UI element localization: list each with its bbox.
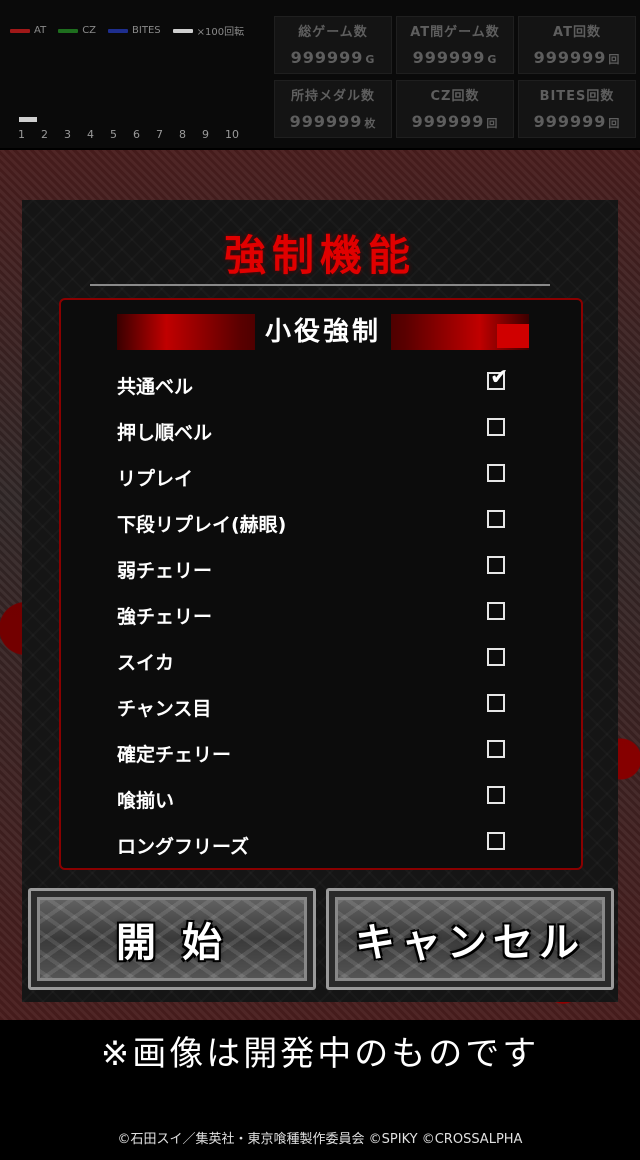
option-row[interactable]: 共通ベル (61, 360, 581, 406)
option-label: 共通ベル (117, 376, 194, 398)
axis-tick: 5 (110, 128, 117, 141)
option-checkbox[interactable] (487, 740, 505, 758)
option-row[interactable]: チャンス目 (61, 682, 581, 728)
option-checkbox[interactable] (487, 510, 505, 528)
legend-swatch-bites (108, 28, 129, 33)
axis-tick: 3 (64, 128, 71, 141)
legend-item-spins: ×100回転 (172, 23, 244, 38)
option-row[interactable]: スイカ (61, 636, 581, 682)
option-checkbox[interactable] (487, 832, 505, 850)
option-row[interactable]: 確定チェリー (61, 728, 581, 774)
option-checkbox[interactable] (487, 418, 505, 436)
option-label: スイカ (117, 652, 175, 674)
start-button-label: 開 始 (116, 920, 228, 966)
option-panel: 小役強制 共通ベル 押し順ベル リプレイ 下段リプレイ(赫眼) 弱チェリー 強チ… (59, 298, 583, 870)
legend-swatch-cz (58, 28, 79, 33)
axis-tick: 2 (41, 128, 48, 141)
section-header: 小役強制 (117, 314, 529, 350)
option-row[interactable]: 強チェリー (61, 590, 581, 636)
option-checkbox[interactable] (487, 365, 508, 390)
option-label: 下段リプレイ(赫眼) (117, 514, 287, 536)
axis-tick: 7 (156, 128, 163, 141)
option-label: ロングフリーズ (117, 836, 250, 858)
legend-swatch-spins (172, 28, 193, 33)
stat-bites-count: BITES回数 999999 回 (518, 80, 636, 138)
legend-item-bites: BITES (108, 23, 161, 38)
option-row[interactable]: 喰揃い (61, 774, 581, 820)
axis-tick: 8 (179, 128, 186, 141)
title-divider (90, 284, 550, 286)
legend-item-at: AT (10, 23, 46, 38)
option-label: 押し順ベル (117, 422, 213, 444)
history-axis: 1 2 3 4 5 6 7 8 9 10 (18, 128, 248, 141)
cancel-button[interactable]: キャンセル (326, 888, 614, 990)
option-row[interactable]: ロングフリーズ (61, 820, 581, 866)
stat-total-games: 総ゲーム数 999999 G (274, 16, 392, 74)
stat-cz-count: CZ回数 999999 回 (396, 80, 514, 138)
stat-at-count: AT回数 999999 回 (518, 16, 636, 74)
axis-tick: 6 (133, 128, 140, 141)
axis-tick: 4 (87, 128, 94, 141)
option-label: 強チェリー (117, 606, 213, 628)
option-checkbox[interactable] (487, 464, 505, 482)
axis-tick: 10 (225, 128, 239, 141)
option-list: 共通ベル 押し順ベル リプレイ 下段リプレイ(赫眼) 弱チェリー 強チェリー ス… (61, 360, 581, 866)
development-notice: ※画像は開発中のものです (100, 1034, 540, 1074)
history-bar (19, 117, 37, 122)
start-button[interactable]: 開 始 (28, 888, 316, 990)
option-label: チャンス目 (117, 698, 212, 720)
option-checkbox[interactable] (487, 786, 505, 804)
option-row[interactable]: 下段リプレイ(赫眼) (61, 498, 581, 544)
cancel-button-label: キャンセル (355, 920, 585, 966)
legend-item-cz: CZ (58, 23, 96, 38)
option-row[interactable]: 押し順ベル (61, 406, 581, 452)
legend-swatch-at (10, 28, 30, 33)
option-checkbox[interactable] (487, 648, 505, 666)
option-checkbox[interactable] (487, 556, 505, 574)
copyright-text: ©石田スイ／集英社・東京喰種製作委員会 ©SPIKY ©CROSSALPHA (117, 1132, 523, 1147)
option-checkbox[interactable] (487, 694, 505, 712)
option-label: 確定チェリー (117, 744, 232, 766)
dialog-title: 強制機能 (223, 231, 416, 280)
section-accent (497, 324, 529, 348)
option-label: 喰揃い (117, 790, 175, 812)
option-checkbox[interactable] (487, 602, 505, 620)
force-function-dialog: 強制機能 小役強制 共通ベル 押し順ベル リプレイ 下段リプレイ(赫眼) 弱チェ… (22, 200, 618, 1002)
section-title: 小役強制 (254, 314, 392, 350)
option-row[interactable]: リプレイ (61, 452, 581, 498)
option-row[interactable]: 弱チェリー (61, 544, 581, 590)
stats-panel: AT CZ BITES ×100回転 1 2 3 4 5 6 7 8 9 10 … (0, 0, 640, 148)
axis-tick: 9 (202, 128, 209, 141)
graph-legend: AT CZ BITES ×100回転 (10, 23, 244, 38)
axis-tick: 1 (18, 128, 25, 141)
option-label: 弱チェリー (117, 560, 213, 582)
stat-at-games: AT間ゲーム数 999999 G (396, 16, 514, 74)
stat-medals: 所持メダル数 999999 枚 (274, 80, 392, 138)
option-label: リプレイ (117, 468, 194, 490)
